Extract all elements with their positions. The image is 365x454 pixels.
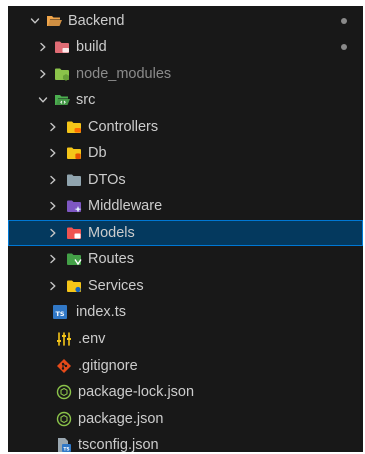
tree-item-label: Middleware	[88, 198, 163, 214]
tree-file-package-json[interactable]: package.json	[8, 406, 363, 432]
folder-routes-icon	[66, 251, 82, 267]
folder-node-icon	[54, 66, 70, 82]
chevron-right-icon[interactable]	[48, 122, 58, 132]
tree-item-label: Services	[88, 278, 144, 294]
chevron-right-icon[interactable]	[38, 69, 48, 79]
npm-package-icon	[56, 384, 72, 400]
folder-controller-icon	[66, 119, 82, 135]
folder-models-icon	[66, 225, 82, 241]
tree-file-env[interactable]: .env	[8, 326, 363, 352]
tree-item-label: build	[76, 39, 107, 55]
chevron-right-icon[interactable]	[48, 175, 58, 185]
tree-item-label: Backend	[68, 13, 125, 29]
npm-package-icon	[56, 411, 72, 427]
env-file-icon	[56, 331, 72, 347]
folder-open-icon	[46, 13, 62, 29]
folder-build-icon	[54, 39, 70, 55]
tree-folder-models[interactable]: Models	[8, 220, 363, 246]
folder-icon	[66, 172, 82, 188]
chevron-down-icon[interactable]	[30, 16, 40, 26]
tsconfig-file-icon: TS	[56, 437, 72, 452]
tree-item-label: .env	[78, 331, 106, 347]
tree-folder-services[interactable]: Services	[8, 273, 363, 299]
tree-folder-dtos[interactable]: DTOs	[8, 167, 363, 193]
tree-folder-middleware[interactable]: Middleware	[8, 193, 363, 219]
tree-folder-controllers[interactable]: Controllers	[8, 114, 363, 140]
folder-services-icon	[66, 278, 82, 294]
chevron-right-icon[interactable]	[48, 281, 58, 291]
tree-item-label: Controllers	[88, 119, 159, 135]
typescript-file-icon: TS	[52, 304, 68, 320]
tree-item-label: Routes	[88, 251, 134, 267]
modified-indicator-dot	[341, 18, 347, 24]
tree-folder-backend[interactable]: Backend	[8, 8, 363, 34]
tree-folder-routes[interactable]: Routes	[8, 246, 363, 272]
file-explorer-tree: Backend build node_modulessrc Controllers Db…	[8, 6, 363, 452]
tree-item-label: Models	[88, 225, 135, 241]
tree-item-label: package-lock.json	[78, 384, 195, 400]
tree-item-label: index.ts	[76, 304, 126, 320]
folder-src-open-icon	[54, 92, 70, 108]
tree-folder-db[interactable]: Db	[8, 140, 363, 166]
tree-item-label: Db	[88, 145, 107, 161]
chevron-down-icon[interactable]	[38, 95, 48, 105]
tree-item-label: node_modules	[76, 66, 172, 82]
tree-item-label: DTOs	[88, 172, 126, 188]
tree-item-label: .gitignore	[78, 358, 138, 374]
chevron-right-icon[interactable]	[48, 254, 58, 264]
chevron-right-icon[interactable]	[48, 148, 58, 158]
tree-folder-build[interactable]: build	[8, 34, 363, 60]
git-icon	[56, 358, 72, 374]
tree-folder-node-modules[interactable]: node_modules	[8, 61, 363, 87]
folder-db-icon	[66, 145, 82, 161]
tree-item-label: package.json	[78, 411, 164, 427]
svg-text:TS: TS	[63, 447, 69, 453]
tree-file-gitignore[interactable]: .gitignore	[8, 353, 363, 379]
modified-indicator-dot	[341, 44, 347, 50]
tree-item-label: tsconfig.json	[78, 437, 159, 452]
chevron-right-icon[interactable]	[48, 228, 58, 238]
chevron-right-icon[interactable]	[38, 42, 48, 52]
tree-folder-src[interactable]: src	[8, 87, 363, 113]
chevron-right-icon[interactable]	[48, 201, 58, 211]
tree-item-label: src	[76, 92, 96, 108]
tree-file-package-lock-json[interactable]: package-lock.json	[8, 379, 363, 405]
svg-text:TS: TS	[55, 310, 64, 318]
tree-file-tsconfig-json[interactable]: TS tsconfig.json	[8, 432, 363, 452]
tree-file-index-ts[interactable]: TS index.ts	[8, 299, 363, 325]
folder-middleware-icon	[66, 198, 82, 214]
